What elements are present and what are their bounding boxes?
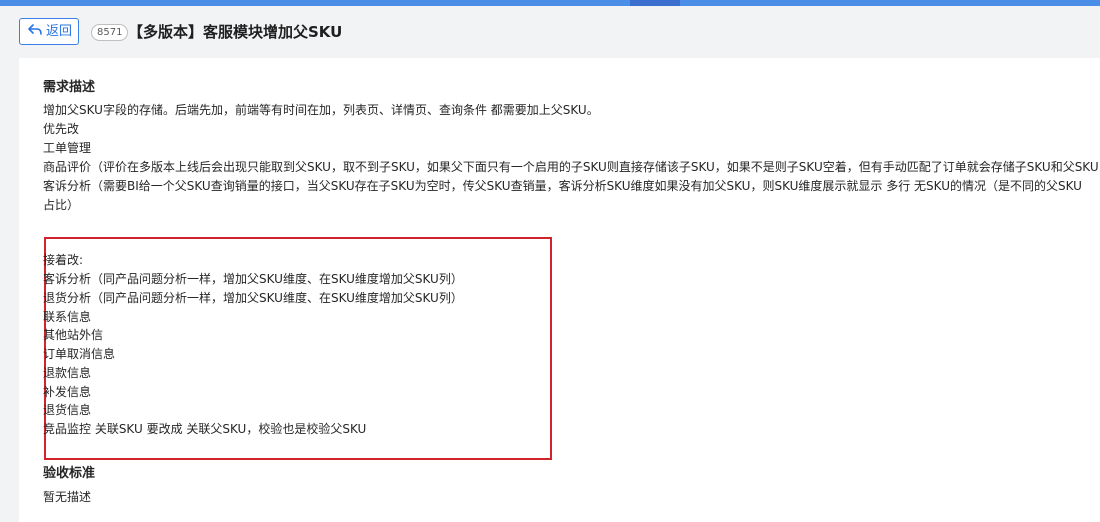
requirement-line: 商品评价（评价在多版本上线后会出现只能取到父SKU，取不到子SKU，如果父下面只… bbox=[43, 160, 1099, 174]
boxed-line: 接着改: bbox=[43, 253, 84, 267]
boxed-line: 补发信息 bbox=[43, 385, 92, 399]
acceptance-text: 暂无描述 bbox=[43, 490, 92, 504]
back-arrow-icon bbox=[28, 24, 42, 35]
page-header: 返回 8571 【多版本】客服模块增加父SKU bbox=[0, 6, 1100, 58]
back-button[interactable]: 返回 bbox=[19, 18, 79, 45]
boxed-line: 联系信息 bbox=[43, 310, 92, 324]
boxed-line: 退款信息 bbox=[43, 366, 92, 380]
requirement-line: 优先改 bbox=[43, 122, 80, 136]
boxed-line: 退货信息 bbox=[43, 403, 92, 417]
page-title: 【多版本】客服模块增加父SKU bbox=[128, 23, 343, 41]
requirement-line: 工单管理 bbox=[43, 141, 92, 155]
requirement-line: 增加父SKU字段的存储。后端先加，前端等有时间在加，列表页、详情页、查询条件 都… bbox=[43, 103, 599, 117]
id-badge: 8571 bbox=[91, 24, 129, 41]
requirement-heading: 需求描述 bbox=[43, 80, 96, 95]
acceptance-heading: 验收标准 bbox=[43, 466, 96, 481]
detail-panel: 需求描述 增加父SKU字段的存储。后端先加，前端等有时间在加，列表页、详情页、查… bbox=[19, 58, 1100, 522]
boxed-line: 退货分析（同产品问题分析一样，增加父SKU维度、在SKU维度增加父SKU列） bbox=[43, 291, 463, 305]
back-button-label: 返回 bbox=[46, 24, 73, 39]
requirement-line: 客诉分析（需要BI给一个父SKU查询销量的接口，当父SKU存在子SKU为空时，传… bbox=[43, 179, 1082, 193]
boxed-line: 其他站外信 bbox=[43, 328, 104, 342]
boxed-line: 订单取消信息 bbox=[43, 347, 116, 361]
boxed-line: 客诉分析（同产品问题分析一样，增加父SKU维度、在SKU维度增加父SKU列） bbox=[43, 272, 463, 286]
boxed-line: 竞品监控 关联SKU 要改成 关联父SKU，校验也是校验父SKU bbox=[43, 422, 367, 436]
requirement-line: 占比） bbox=[43, 198, 80, 212]
